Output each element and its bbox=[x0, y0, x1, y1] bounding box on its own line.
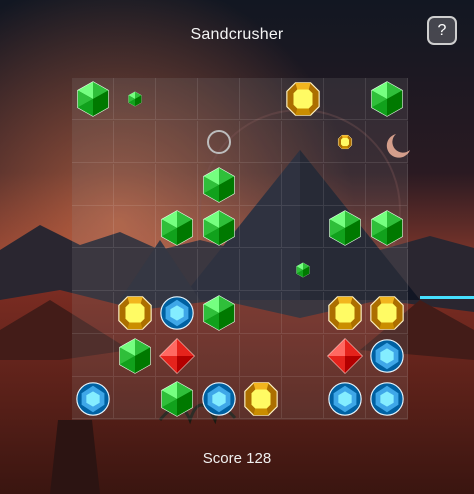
board-cell[interactable] bbox=[282, 120, 324, 163]
yellow-gem[interactable] bbox=[326, 294, 364, 337]
board-cell[interactable] bbox=[240, 120, 282, 163]
blue-gem[interactable] bbox=[368, 337, 406, 380]
score-label: Score 128 bbox=[202, 450, 272, 467]
selection-ring bbox=[207, 130, 231, 155]
board-cell[interactable] bbox=[282, 163, 324, 206]
board-cell[interactable] bbox=[324, 78, 366, 120]
board-cell[interactable] bbox=[366, 163, 408, 206]
board-cell[interactable] bbox=[324, 249, 366, 291]
blue-gem[interactable] bbox=[326, 380, 364, 423]
board-cell[interactable] bbox=[114, 120, 156, 163]
board-cell[interactable] bbox=[240, 249, 282, 291]
board-cell[interactable] bbox=[282, 291, 324, 334]
board-cell[interactable] bbox=[240, 334, 282, 377]
board-cell[interactable] bbox=[114, 206, 156, 249]
game-board bbox=[72, 78, 408, 420]
board-cell[interactable] bbox=[156, 78, 198, 120]
board-cell[interactable] bbox=[324, 163, 366, 206]
board-cell[interactable] bbox=[366, 120, 408, 163]
board-cell[interactable] bbox=[156, 120, 198, 163]
board-cell[interactable] bbox=[72, 291, 114, 334]
board-cell[interactable] bbox=[240, 163, 282, 206]
board-cell[interactable] bbox=[240, 291, 282, 334]
blue-gem[interactable] bbox=[200, 380, 238, 423]
board-cell[interactable] bbox=[114, 163, 156, 206]
green-gem[interactable] bbox=[368, 209, 406, 252]
board-cell[interactable] bbox=[198, 78, 240, 120]
green-gem[interactable] bbox=[74, 80, 112, 123]
board-cell[interactable] bbox=[282, 377, 324, 420]
board-cell[interactable] bbox=[156, 163, 198, 206]
board-cell[interactable] bbox=[282, 334, 324, 377]
board-cell[interactable] bbox=[114, 377, 156, 420]
yellow-gem[interactable] bbox=[284, 80, 322, 123]
blue-gem[interactable] bbox=[158, 294, 196, 337]
green-gem[interactable] bbox=[158, 380, 196, 423]
green-gem[interactable] bbox=[116, 337, 154, 380]
app-title: Sandcrusher bbox=[190, 26, 284, 43]
board-cell[interactable] bbox=[72, 120, 114, 163]
green-gem[interactable] bbox=[158, 209, 196, 252]
board-cell[interactable] bbox=[114, 249, 156, 291]
blue-gem[interactable] bbox=[368, 380, 406, 423]
yellow-gem[interactable] bbox=[116, 294, 154, 337]
board-cell[interactable] bbox=[72, 334, 114, 377]
board-cell[interactable] bbox=[156, 249, 198, 291]
green-gem[interactable] bbox=[200, 294, 238, 337]
board-cell[interactable] bbox=[72, 249, 114, 291]
help-button[interactable]: ? bbox=[427, 16, 457, 45]
board-cell[interactable] bbox=[72, 206, 114, 249]
green-gem[interactable] bbox=[200, 209, 238, 252]
yellow-gem[interactable] bbox=[242, 380, 280, 423]
yellow-small-gem bbox=[337, 134, 353, 155]
board-cell[interactable] bbox=[366, 249, 408, 291]
board-cell[interactable] bbox=[240, 78, 282, 120]
green-gem[interactable] bbox=[326, 209, 364, 252]
green-small-gem bbox=[295, 262, 311, 283]
board-cell[interactable] bbox=[198, 249, 240, 291]
board-cell[interactable] bbox=[72, 163, 114, 206]
yellow-gem[interactable] bbox=[368, 294, 406, 337]
green-gem[interactable] bbox=[200, 166, 238, 209]
board-cell[interactable] bbox=[240, 206, 282, 249]
green-gem[interactable] bbox=[368, 80, 406, 123]
red-gem[interactable] bbox=[326, 337, 364, 380]
red-gem[interactable] bbox=[158, 337, 196, 380]
board-cell[interactable] bbox=[282, 206, 324, 249]
board-cell[interactable] bbox=[198, 334, 240, 377]
blue-gem[interactable] bbox=[74, 380, 112, 423]
green-small-gem bbox=[127, 91, 143, 112]
